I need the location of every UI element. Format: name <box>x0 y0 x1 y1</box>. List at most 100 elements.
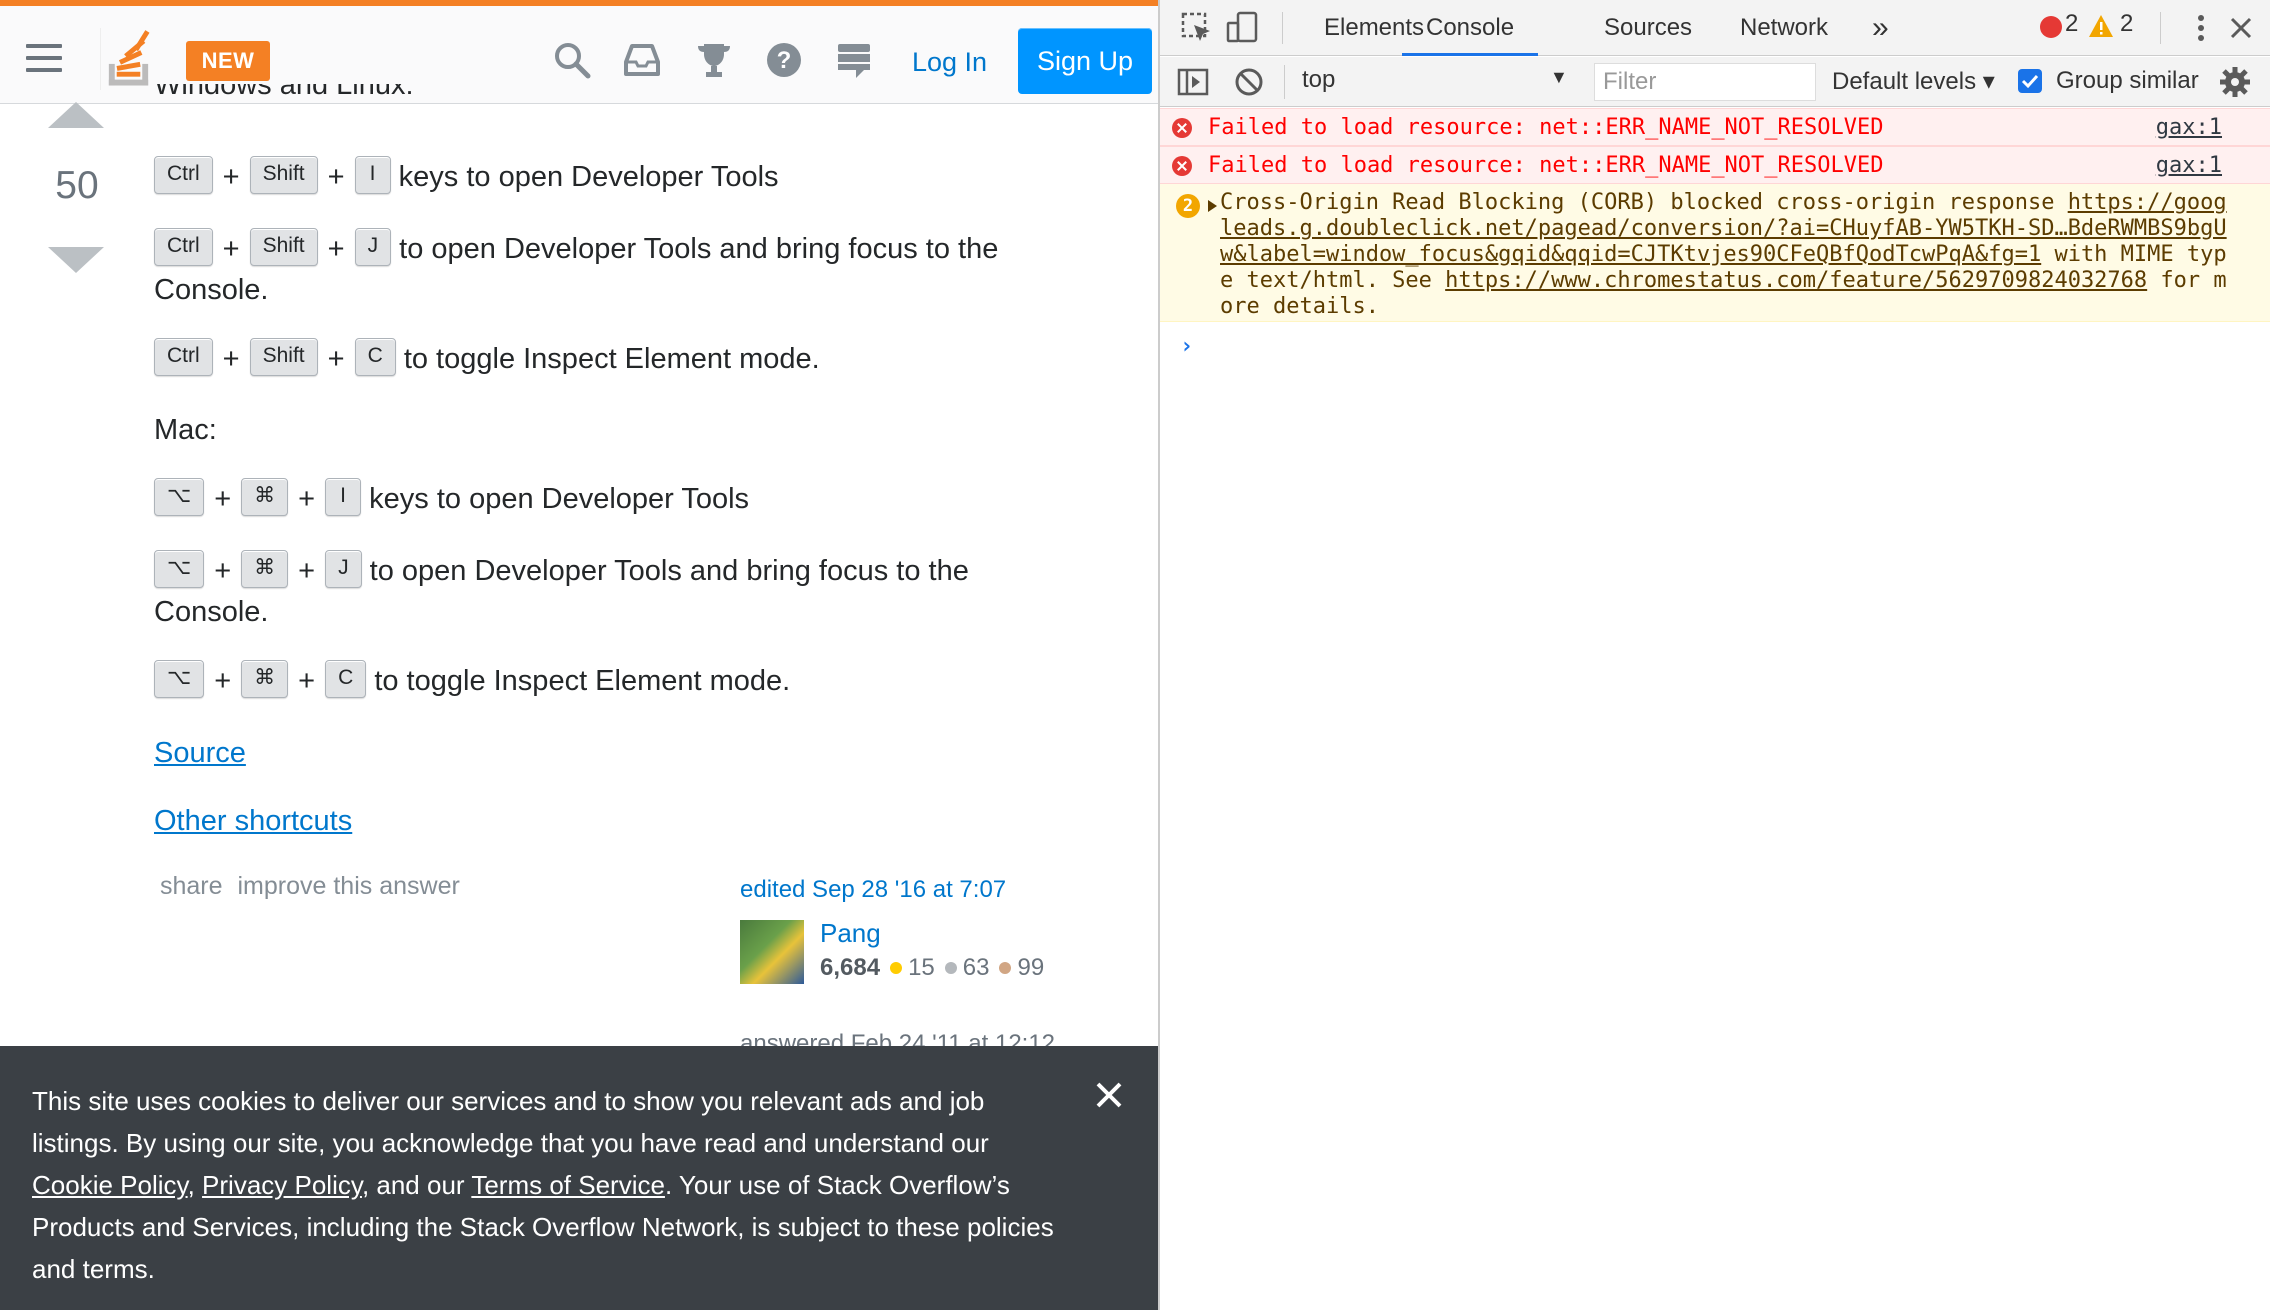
plus-sign: + <box>298 483 316 515</box>
plus-sign: + <box>327 233 345 265</box>
privacy-policy-link[interactable]: Privacy Policy <box>202 1170 362 1200</box>
cookie-text: This site uses cookies to deliver our se… <box>32 1086 1054 1284</box>
plus-sign: + <box>327 161 345 193</box>
chevron-down-icon[interactable]: ▼ <box>1550 67 1568 88</box>
avatar[interactable] <box>740 920 804 984</box>
shortcut-description: to toggle Inspect Element mode. <box>374 665 791 697</box>
platform-heading-mac: Mac: <box>154 414 217 446</box>
new-badge[interactable]: NEW <box>186 41 270 81</box>
search-icon[interactable] <box>552 40 592 80</box>
error-icon <box>1172 118 1192 138</box>
kbd-key: ⌥ <box>154 478 205 517</box>
signup-button[interactable]: Sign Up <box>1018 28 1152 94</box>
hamburger-menu-icon[interactable] <box>26 44 62 72</box>
console-messages: Failed to load resource: net::ERR_NAME_N… <box>1160 108 2270 359</box>
kbd-key: ⌥ <box>154 660 205 699</box>
console-warning-message[interactable]: 2 Cross-Origin Read Blocking (CORB) bloc… <box>1160 184 2270 322</box>
plus-sign: + <box>214 555 232 587</box>
login-link[interactable]: Log In <box>898 40 1001 84</box>
shortcut-row: ⌥ + ⌘ + C to toggle Inspect Element mode. <box>154 660 790 702</box>
shortcut-description-cont: Console. <box>154 274 269 306</box>
sidebar-toggle-icon[interactable] <box>1176 65 1210 99</box>
cookie-policy-link[interactable]: Cookie Policy <box>32 1170 188 1200</box>
terms-of-service-link[interactable]: Terms of Service <box>471 1170 665 1200</box>
device-toggle-icon[interactable] <box>1226 11 1260 45</box>
kbd-key: ⌘ <box>241 550 289 589</box>
shortcut-description: to open Developer Tools and bring focus … <box>369 555 969 587</box>
silver-badge-count: 63 <box>962 954 990 981</box>
kbd-key: ⌘ <box>241 478 289 517</box>
kebab-menu-icon[interactable] <box>2184 11 2218 45</box>
other-shortcuts-link[interactable]: Other shortcuts <box>154 800 352 842</box>
editor-reputation: 6,684 15 63 99 <box>820 954 1044 982</box>
editor-name-link[interactable]: Pang <box>820 918 881 949</box>
context-selector[interactable]: top <box>1302 66 1562 98</box>
kbd-key: ⌘ <box>241 660 289 699</box>
bronze-badge-count: 99 <box>1017 954 1045 981</box>
more-tabs-icon[interactable]: » <box>1872 0 1889 56</box>
inbox-icon[interactable] <box>622 40 662 80</box>
plus-sign: + <box>222 161 240 193</box>
improve-answer-link[interactable]: improve this answer <box>238 872 460 900</box>
plus-sign: + <box>214 483 232 515</box>
console-error-message[interactable]: Failed to load resource: net::ERR_NAME_N… <box>1160 146 2270 184</box>
tab-sources[interactable]: Sources <box>1604 0 1692 56</box>
error-text: Failed to load resource: net::ERR_NAME_N… <box>1208 153 1884 178</box>
help-icon[interactable]: ? <box>764 40 804 80</box>
kbd-key: Ctrl <box>154 228 213 267</box>
chromestatus-link[interactable]: https://www.chromestatus.com/feature/562… <box>1445 268 2147 293</box>
error-count[interactable]: 2 <box>2065 10 2078 38</box>
stackoverflow-page: NEW ? Log In Sign Up 50 Windows and Linu… <box>0 0 1158 1310</box>
downvote-arrow-icon[interactable] <box>48 247 104 273</box>
close-icon[interactable] <box>1094 1080 1124 1110</box>
error-source-link[interactable]: gax:1 <box>2156 115 2222 140</box>
shortcut-description: keys to open Developer Tools <box>369 483 750 515</box>
error-text: Failed to load resource: net::ERR_NAME_N… <box>1208 115 1884 140</box>
achievements-trophy-icon[interactable] <box>694 40 734 80</box>
kbd-key: Ctrl <box>154 156 213 195</box>
group-similar-checkbox[interactable] <box>2018 69 2042 93</box>
clear-console-icon[interactable] <box>1232 65 1266 99</box>
kbd-key: J <box>325 550 362 589</box>
share-link[interactable]: share <box>160 872 223 900</box>
tab-console[interactable]: Console <box>1402 0 1539 56</box>
kbd-key: Ctrl <box>154 338 213 377</box>
error-source-link[interactable]: gax:1 <box>2156 153 2222 178</box>
inspect-icon[interactable] <box>1180 11 1214 45</box>
kbd-key: C <box>354 338 396 377</box>
log-levels-dropdown[interactable]: Default levels ▾ <box>1832 67 1995 96</box>
devtools-panel: Elements Console Sources Network » 2 2 t… <box>1158 0 2270 1310</box>
expand-triangle-icon[interactable] <box>1208 200 1217 212</box>
stackexchange-icon[interactable] <box>834 40 874 80</box>
warning-repeat-count: 2 <box>1176 194 1200 218</box>
plus-sign: + <box>298 665 316 697</box>
stackoverflow-logo[interactable] <box>100 28 156 90</box>
plus-sign: + <box>327 343 345 375</box>
vote-count: 50 <box>55 164 99 207</box>
plus-sign: + <box>222 233 240 265</box>
source-link[interactable]: Source <box>154 732 246 774</box>
cookie-banner: This site uses cookies to deliver our se… <box>0 1046 1158 1310</box>
upvote-arrow-icon[interactable] <box>48 102 104 128</box>
shortcut-row: Ctrl + Shift + J to open Developer Tools and… <box>154 228 998 270</box>
filter-input[interactable]: Filter <box>1594 63 1816 101</box>
kbd-key: Shift <box>249 228 318 267</box>
console-prompt[interactable]: › <box>1180 334 1193 359</box>
close-icon[interactable] <box>2224 11 2258 45</box>
kbd-key: J <box>354 228 392 267</box>
checkmark-icon <box>2021 74 2039 89</box>
warning-count[interactable]: 2 <box>2120 10 2133 38</box>
shortcut-description-cont: Console. <box>154 596 269 628</box>
shortcut-row: Ctrl + Shift + C to toggle Inspect Element m… <box>154 338 820 380</box>
settings-gear-icon[interactable] <box>2218 65 2252 99</box>
error-icon <box>1172 156 1192 176</box>
console-error-message[interactable]: Failed to load resource: net::ERR_NAME_N… <box>1160 108 2270 146</box>
shortcut-row: Ctrl + Shift + I keys to open Developer Tool… <box>154 156 779 198</box>
shortcut-row: ⌥ + ⌘ + I keys to open Developer Tools <box>154 478 749 520</box>
plus-sign: + <box>298 555 316 587</box>
edited-timestamp-link[interactable]: edited Sep 28 '16 at 7:07 <box>740 876 1100 904</box>
shortcut-description: keys to open Developer Tools <box>398 161 779 193</box>
plus-sign: + <box>222 343 240 375</box>
tab-network[interactable]: Network <box>1740 0 1828 56</box>
kbd-key: C <box>325 660 367 699</box>
